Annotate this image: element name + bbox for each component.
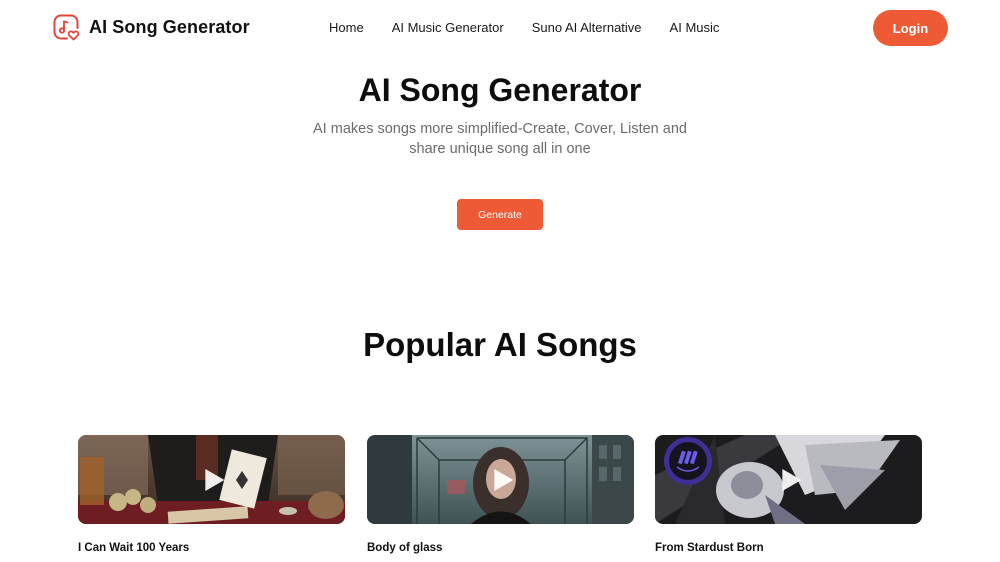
nav-ai-music-generator[interactable]: AI Music Generator <box>392 20 504 35</box>
song-title[interactable]: From Stardust Born <box>655 542 922 554</box>
play-icon[interactable] <box>493 468 513 491</box>
site-header: AI Song Generator Home AI Music Generato… <box>0 0 1000 56</box>
song-thumbnail[interactable] <box>78 435 345 524</box>
song-card: From Stardust Born <box>655 435 922 554</box>
music-note-heart-icon <box>53 14 80 41</box>
play-icon[interactable] <box>781 468 801 491</box>
login-button[interactable]: Login <box>873 10 948 46</box>
main-nav: Home AI Music Generator Suno AI Alternat… <box>329 20 747 35</box>
nav-home[interactable]: Home <box>329 20 364 35</box>
song-title[interactable]: I Can Wait 100 Years <box>78 542 345 554</box>
play-icon[interactable] <box>204 468 224 491</box>
song-thumbnail[interactable] <box>367 435 634 524</box>
song-card: I Can Wait 100 Years <box>78 435 345 554</box>
nav-ai-music[interactable]: AI Music <box>670 20 720 35</box>
song-thumbnail[interactable] <box>655 435 922 524</box>
section-title: Popular AI Songs <box>363 326 637 363</box>
generate-button[interactable]: Generate <box>457 199 543 230</box>
song-card: Body of glass <box>367 435 634 554</box>
hero-subtitle: AI makes songs more simplified-Create, C… <box>313 121 687 157</box>
brand-link[interactable]: AI Song Generator <box>52 13 250 41</box>
nav-suno-ai-alternative[interactable]: Suno AI Alternative <box>532 20 642 35</box>
hero-title: AI Song Generator <box>358 72 642 108</box>
song-title[interactable]: Body of glass <box>367 542 634 554</box>
brand-name: AI Song Generator <box>89 16 250 37</box>
